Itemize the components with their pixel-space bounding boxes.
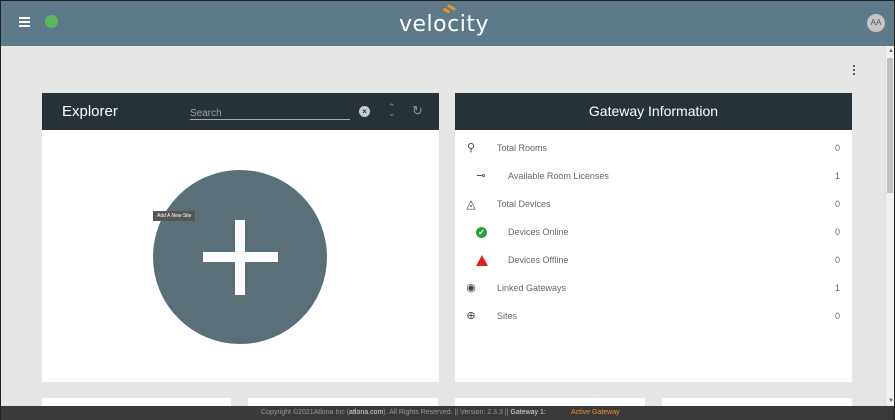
gateway-label: Gateway 1: — [510, 409, 546, 416]
logo-spark-icon — [442, 3, 459, 14]
gateway-row-sites: ⊕ Sites 0 — [455, 307, 852, 327]
footer: Copyright ©2021Atlona Inc (atlona.com). … — [1, 406, 894, 420]
copyright-suffix: ). All Rights Reserved. || Version: 2.3.… — [383, 409, 511, 416]
scroll-up-icon[interactable]: ▲ — [888, 48, 894, 54]
row-label: Available Room Licenses — [508, 171, 609, 181]
warning-icon — [476, 255, 488, 266]
globe-icon: ◉ — [466, 282, 476, 294]
top-bar: velocity AA — [1, 1, 894, 46]
globe-status-icon[interactable] — [45, 15, 58, 28]
row-label: Devices Online — [508, 227, 569, 237]
explorer-header: Explorer × ⌃⌄ ↻ — [42, 93, 439, 130]
gateway-title: Gateway Information — [588, 103, 719, 119]
gateway-row-total-devices: ◬ Total Devices 0 — [455, 195, 852, 215]
clear-search-icon[interactable]: × — [359, 106, 370, 117]
key-icon: ⊸ — [476, 170, 486, 182]
gateway-row-devices-online: ✓ Devices Online 0 — [455, 223, 852, 243]
active-gateway-status: Active Gateway — [571, 409, 620, 416]
copyright-prefix: Copyright ©2021Atlona Inc ( — [261, 409, 350, 416]
add-site-button[interactable] — [153, 170, 327, 344]
row-value: 0 — [834, 143, 840, 153]
gateway-row-room-licenses: ⊸ Available Room Licenses 1 — [455, 167, 852, 187]
row-value: 1 — [834, 171, 840, 181]
row-label: Total Rooms — [497, 143, 548, 153]
refresh-icon[interactable]: ↻ — [412, 103, 423, 119]
add-site-tooltip: Add A New Site — [153, 211, 196, 221]
location-pin-icon: ⚲ — [466, 142, 476, 154]
gateway-header: Gateway Information — [455, 93, 852, 130]
plus-icon-vertical — [235, 220, 245, 295]
scroll-down-icon[interactable]: ▼ — [888, 398, 894, 404]
check-circle-icon: ✓ — [476, 227, 487, 238]
search-input[interactable] — [190, 105, 350, 122]
copyright-text: Copyright ©2021Atlona Inc (atlona.com). … — [261, 406, 546, 420]
row-value: 1 — [834, 283, 840, 293]
row-label: Linked Gateways — [497, 283, 567, 293]
menu-icon[interactable] — [19, 17, 30, 27]
app-logo: velocity — [399, 3, 489, 37]
atlona-link[interactable]: atlona.com — [349, 409, 383, 416]
row-value: 0 — [834, 199, 840, 209]
row-label: Total Devices — [497, 199, 551, 209]
gateway-row-linked-gateways: ◉ Linked Gateways 1 — [455, 279, 852, 299]
devices-icon: ◬ — [466, 197, 476, 211]
gateway-row-total-rooms: ⚲ Total Rooms 0 — [455, 139, 852, 159]
row-value: 0 — [834, 227, 840, 237]
row-value: 0 — [834, 311, 840, 321]
explorer-panel: Explorer × ⌃⌄ ↻ Add A New Site — [42, 93, 439, 382]
page-scrollbar[interactable]: ▲ ▼ — [885, 46, 894, 406]
scrollbar-thumb[interactable] — [887, 58, 893, 193]
gateway-row-devices-offline: Devices Offline 0 — [455, 251, 852, 271]
more-options-icon[interactable] — [851, 65, 857, 77]
row-label: Sites — [497, 311, 518, 321]
gateway-info-panel: Gateway Information ⚲ Total Rooms 0 ⊸ Av… — [455, 93, 852, 382]
search-field[interactable] — [190, 103, 350, 122]
sort-icon[interactable]: ⌃ ⌄ — [388, 103, 396, 118]
row-value: 0 — [834, 255, 840, 265]
explorer-title: Explorer — [62, 103, 118, 120]
row-label: Devices Offline — [508, 255, 569, 265]
avatar[interactable]: AA — [867, 14, 885, 32]
web-icon: ⊕ — [466, 310, 476, 322]
